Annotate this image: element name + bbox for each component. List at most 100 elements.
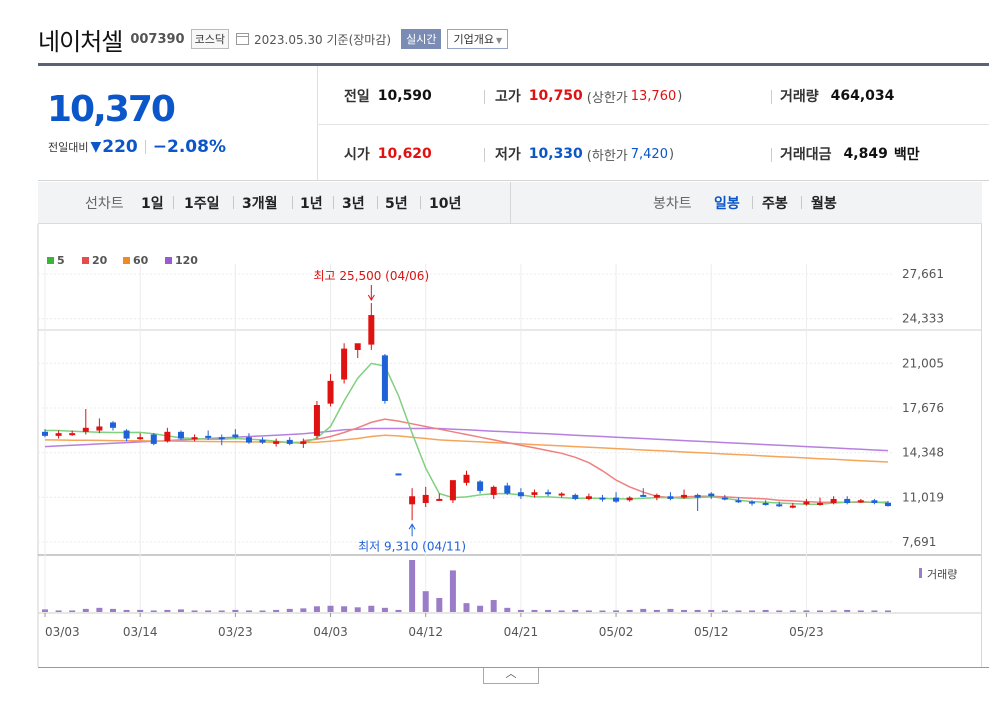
period-10y[interactable]: 10년 <box>429 193 461 213</box>
volume-bar <box>422 591 429 612</box>
stat-amount-label: 거래대금 <box>780 147 832 163</box>
candle-body <box>191 437 198 440</box>
candle-body <box>830 498 837 503</box>
volume-bar <box>613 610 620 612</box>
divider <box>420 196 421 209</box>
high-annotation: 최고 25,500 (04/06) <box>313 269 429 283</box>
volume-legend-swatch <box>919 568 922 578</box>
candle-body <box>694 494 701 498</box>
stock-header: 네이처셀 007390 코스닥 2023.05.30 기준(장마감) 실시간 기… <box>38 22 509 56</box>
candle <box>381 353 388 404</box>
company-overview-button[interactable]: 기업개요 ▼ <box>447 29 509 49</box>
candle <box>164 427 171 443</box>
candle-body <box>504 485 511 494</box>
period-1y[interactable]: 1년 <box>300 193 323 213</box>
volume-bar <box>123 609 130 612</box>
period-3y[interactable]: 3년 <box>342 193 365 213</box>
candle <box>96 418 103 434</box>
volume-bar <box>762 609 769 612</box>
candle-body <box>245 437 252 443</box>
collapse-chart-button[interactable]: ︿ <box>483 668 539 684</box>
candle <box>762 500 769 506</box>
volume-bar <box>137 609 144 612</box>
base-date: 2023.05.30 기준(장마감) <box>253 32 392 47</box>
candle-body <box>572 494 579 499</box>
candle <box>82 409 89 435</box>
volume-bar <box>517 609 524 612</box>
calendar-icon <box>235 33 249 45</box>
candle <box>123 429 130 442</box>
candle <box>694 493 701 512</box>
x-tick-label: 03/14 <box>123 625 158 639</box>
stat-volume-label: 거래량 <box>780 89 819 105</box>
volume-bar <box>640 608 647 612</box>
candle-weekly[interactable]: 주봉 <box>762 193 788 213</box>
candle-monthly[interactable]: 월봉 <box>811 193 837 213</box>
candle <box>232 429 239 439</box>
period-3m[interactable]: 3개월 <box>242 193 278 213</box>
y-tick-label: 7,691 <box>902 535 936 549</box>
candle <box>109 421 116 431</box>
candle-body <box>82 427 89 432</box>
period-5y[interactable]: 5년 <box>385 193 408 213</box>
candle-body <box>177 431 184 439</box>
candle <box>653 493 660 501</box>
divider <box>233 196 234 209</box>
period-1d[interactable]: 1일 <box>141 193 164 213</box>
ma20-line <box>303 418 888 504</box>
candle-body <box>626 497 633 501</box>
volume-bar <box>681 609 688 612</box>
candle <box>259 437 266 444</box>
volume-bar <box>667 608 674 612</box>
candle-body <box>749 501 756 504</box>
candle-body <box>123 430 130 439</box>
x-tick-label: 03/23 <box>218 625 253 639</box>
stat-open: 시가 10,620 <box>344 144 432 164</box>
candle <box>395 473 402 476</box>
ma120-line <box>44 427 889 452</box>
candle-body <box>817 502 824 505</box>
line-chart-label: 선차트 <box>85 196 124 212</box>
candle-daily[interactable]: 일봉 <box>714 193 740 213</box>
candle-body <box>313 404 320 436</box>
volume-bar <box>653 609 660 612</box>
stat-upper-label: (상한가 <box>586 90 628 106</box>
volume-bar <box>490 600 497 612</box>
stat-upper-value: 13,760 <box>630 88 677 104</box>
stats-divider <box>318 124 989 125</box>
candle-body <box>232 434 239 438</box>
volume-bar <box>381 607 388 612</box>
candle-body <box>286 439 293 444</box>
change-amount: 220 <box>102 137 138 157</box>
price-chart[interactable]: 27,661 24,333 21,005 17,676 14,348 11,019 7,69… <box>0 224 989 667</box>
volume-bar <box>449 570 456 612</box>
candle-body <box>640 494 647 497</box>
candle-body <box>517 492 524 497</box>
volume-bar <box>585 610 592 612</box>
stat-upper-close: ) <box>677 88 683 104</box>
candle <box>681 489 688 499</box>
candle-body <box>885 502 891 507</box>
period-1w[interactable]: 1주일 <box>184 193 220 213</box>
volume-bar <box>96 607 103 612</box>
stat-low-value: 10,330 <box>528 146 583 162</box>
stat-low: 저가 10,330 (하한가 7,420 ) <box>495 144 674 164</box>
divider <box>771 90 772 104</box>
volume-bar <box>871 610 878 612</box>
stat-open-label: 시가 <box>344 147 370 163</box>
volume-bar <box>721 610 728 612</box>
volume-bar <box>626 609 633 612</box>
stat-amount-unit: 백만 <box>893 147 920 163</box>
y-tick-label: 11,019 <box>902 490 944 504</box>
volume-bar <box>409 560 416 612</box>
candle <box>708 492 715 499</box>
divider <box>377 196 378 209</box>
volume-bar <box>694 609 701 612</box>
candle-body <box>109 422 116 428</box>
candle-body <box>327 380 334 404</box>
volume-bar <box>341 606 348 612</box>
chevron-up-icon: ︿ <box>505 667 517 680</box>
candle <box>368 303 375 350</box>
realtime-button[interactable]: 실시간 <box>401 29 442 49</box>
chevron-down-icon: ▼ <box>495 36 503 45</box>
